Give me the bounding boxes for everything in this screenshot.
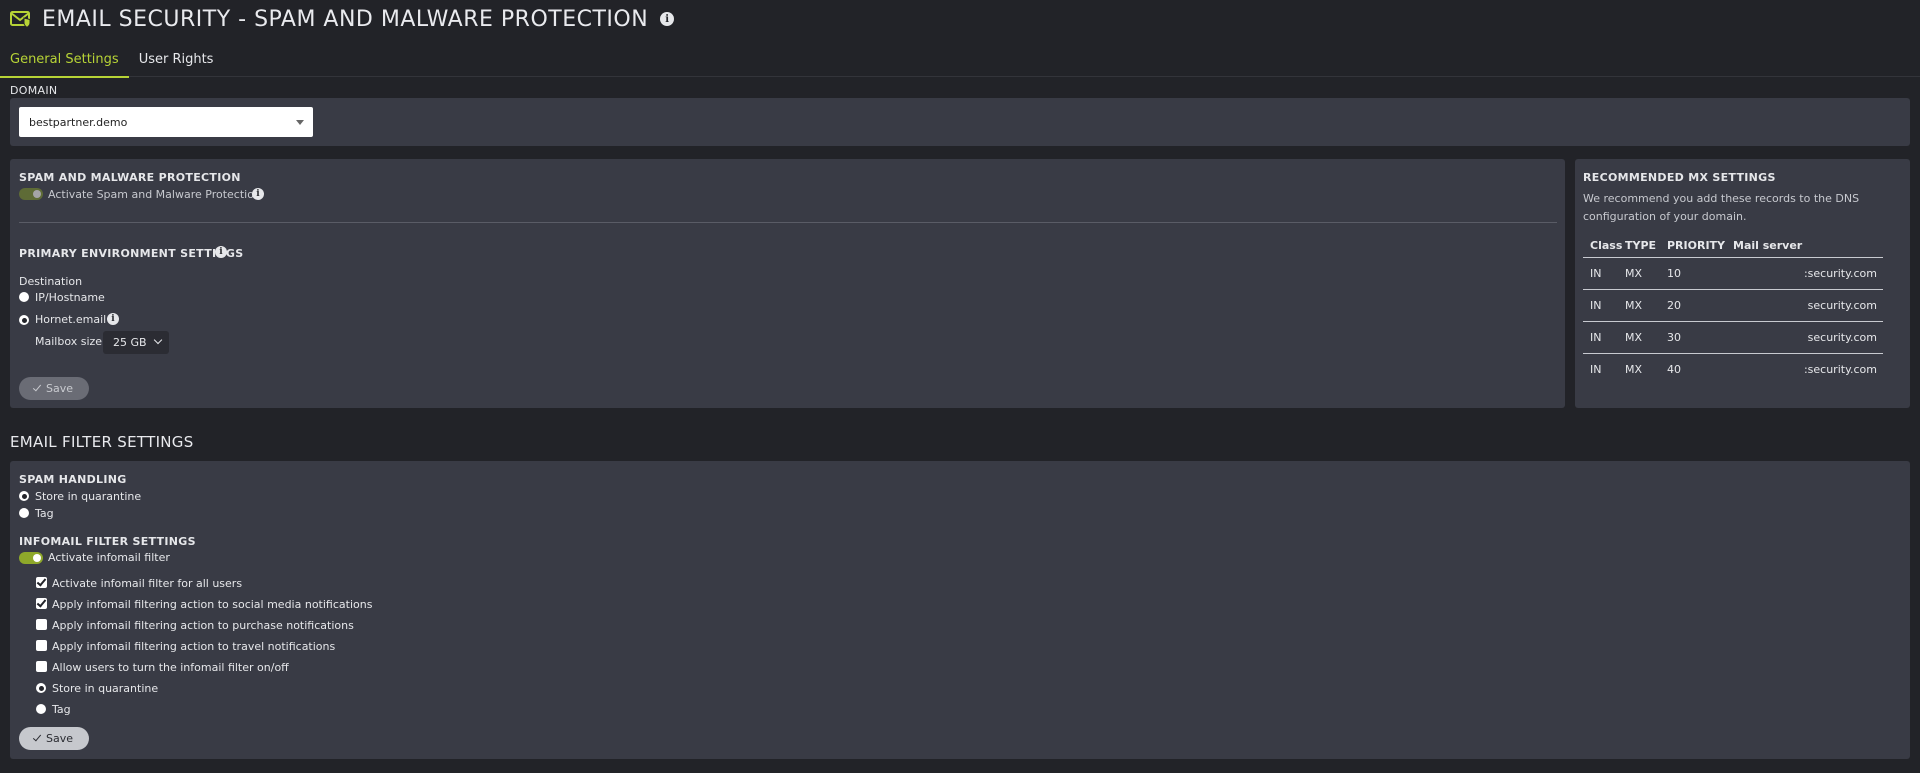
table-cell: IN <box>1590 267 1602 280</box>
spam-quarantine-label: Store in quarantine <box>35 490 142 503</box>
primary-environment-heading: PRIMARY ENVIRONMENT SETTINGS <box>19 247 244 260</box>
infomail-all-users-checkbox[interactable] <box>36 577 47 588</box>
ip-hostname-radio[interactable] <box>19 292 29 302</box>
page-title: EMAIL SECURITY - SPAM AND MALWARE PROTEC… <box>42 6 649 32</box>
table-cell: IN <box>1590 363 1602 376</box>
table-cell: 10 <box>1667 267 1681 280</box>
infomail-toggle-label: Activate infomail filter <box>48 551 170 564</box>
mx-settings-heading: RECOMMENDED MX SETTINGS <box>1583 171 1776 184</box>
divider <box>19 222 1557 223</box>
infomail-social-media-checkbox[interactable] <box>36 598 47 609</box>
tab-general-settings[interactable]: General Settings <box>0 46 129 78</box>
spam-protection-toggle-label: Activate Spam and Malware Protection <box>48 188 261 201</box>
spam-protection-heading: SPAM AND MALWARE PROTECTION <box>19 171 241 184</box>
page-header: EMAIL SECURITY - SPAM AND MALWARE PROTEC… <box>10 4 675 34</box>
checkbox-label: Apply infomail filtering action to socia… <box>52 598 373 611</box>
domain-select[interactable]: bestpartner.demo <box>19 107 313 137</box>
infomail-tag-label: Tag <box>52 703 71 716</box>
table-cell: :security.com <box>1803 267 1877 280</box>
table-cell: MX <box>1625 363 1643 376</box>
column-header: PRIORITY <box>1667 238 1726 252</box>
infomail-quarantine-label: Store in quarantine <box>52 682 159 695</box>
mx-description-line2: configuration of your domain. <box>1583 210 1747 223</box>
infomail-quarantine-radio[interactable] <box>36 683 46 693</box>
table-row: IN MX 40 :security.com <box>1583 353 1883 385</box>
check-icon <box>32 732 42 742</box>
domain-select-value: bestpartner.demo <box>29 115 128 129</box>
table-row: IN MX 30 security.com <box>1583 321 1883 353</box>
infomail-heading: INFOMAIL FILTER SETTINGS <box>19 535 196 548</box>
tab-user-rights[interactable]: User Rights <box>129 46 224 76</box>
hornet-email-radio[interactable] <box>19 315 29 325</box>
spam-tag-label: Tag <box>35 507 54 520</box>
column-header: TYPE <box>1625 238 1657 252</box>
mx-description-line1: We recommend you add these records to th… <box>1583 192 1860 205</box>
email-shield-icon <box>10 11 31 28</box>
tab-bar: General Settings User Rights <box>0 46 1920 78</box>
spam-protection-toggle[interactable] <box>19 188 43 200</box>
mailbox-size-select[interactable]: 25 GB <box>103 331 169 354</box>
infomail-tag-radio[interactable] <box>36 704 46 714</box>
chevron-down-icon <box>153 335 163 345</box>
checkbox-label: Activate infomail filter for all users <box>52 577 243 590</box>
checkbox-label: Apply infomail filtering action to trave… <box>52 640 336 653</box>
mailbox-size-value: 25 GB <box>113 336 147 349</box>
email-filter-save-button[interactable]: Save <box>19 727 89 750</box>
table-cell: MX <box>1625 267 1643 280</box>
table-cell: MX <box>1625 331 1643 344</box>
hornet-email-label: Hornet.email <box>35 313 107 326</box>
table-row: IN MX 10 :security.com <box>1583 257 1883 289</box>
infomail-travel-checkbox[interactable] <box>36 640 47 651</box>
caret-down-icon <box>296 120 304 125</box>
save-label: Save <box>45 732 73 745</box>
infomail-user-toggle-checkbox[interactable] <box>36 661 47 672</box>
table-cell: MX <box>1625 299 1643 312</box>
table-cell: security.com <box>1807 331 1877 344</box>
ip-hostname-label: IP/Hostname <box>35 291 105 304</box>
mailbox-size-label: Mailbox size <box>35 335 103 348</box>
info-icon[interactable]: i <box>660 12 675 26</box>
column-header: Mail server <box>1733 238 1803 252</box>
checkbox-label: Apply infomail filtering action to purch… <box>52 619 354 632</box>
table-row: IN MX 20 security.com <box>1583 289 1883 321</box>
email-filter-heading: EMAIL FILTER SETTINGS <box>10 433 194 451</box>
spam-quarantine-radio[interactable] <box>19 491 29 501</box>
table-cell: IN <box>1590 299 1602 312</box>
domain-label: DOMAIN <box>10 84 58 97</box>
info-icon[interactable]: i <box>215 246 227 258</box>
column-header: Class <box>1590 238 1623 252</box>
mx-table-header: Class TYPE PRIORITY Mail server <box>1583 233 1883 257</box>
info-icon[interactable]: i <box>107 313 119 325</box>
infomail-purchase-checkbox[interactable] <box>36 619 47 630</box>
save-label: Save <box>45 382 73 395</box>
info-icon[interactable]: i <box>252 188 264 200</box>
table-cell: :security.com <box>1803 363 1877 376</box>
table-cell: IN <box>1590 331 1602 344</box>
table-cell: 40 <box>1667 363 1681 376</box>
infomail-toggle[interactable] <box>19 552 43 564</box>
table-cell: 30 <box>1667 331 1681 344</box>
spam-protection-save-button[interactable]: Save <box>19 377 89 400</box>
table-cell: 20 <box>1667 299 1681 312</box>
table-cell: security.com <box>1807 299 1877 312</box>
mx-table: Class TYPE PRIORITY Mail server IN MX 10… <box>1583 233 1883 385</box>
check-icon <box>32 382 42 392</box>
spam-handling-heading: SPAM HANDLING <box>19 473 127 486</box>
destination-label: Destination <box>19 275 83 288</box>
spam-tag-radio[interactable] <box>19 508 29 518</box>
checkbox-label: Allow users to turn the infomail filter … <box>52 661 289 674</box>
